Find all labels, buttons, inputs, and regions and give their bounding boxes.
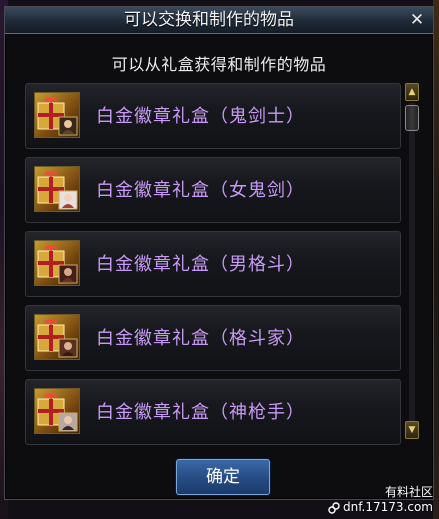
gift-box-icon (34, 92, 80, 138)
scroll-up-button[interactable]: ▲ (405, 83, 419, 101)
item-name: 白金徽章礼盒（男格斗） (96, 254, 305, 275)
item-name: 白金徽章礼盒（神枪手） (96, 402, 305, 423)
watermark-line-2: dnf.17173.com (342, 500, 433, 514)
gift-box-icon (34, 240, 80, 286)
item-name: 白金徽章礼盒（女鬼剑） (96, 180, 305, 201)
scroll-down-button[interactable]: ▼ (405, 421, 419, 439)
watermark: 有料社区 dnf.17173.com (328, 485, 433, 515)
confirm-button[interactable]: 确定 (176, 459, 270, 495)
item-name: 白金徽章礼盒（鬼剑士） (96, 106, 305, 127)
link-icon (328, 501, 340, 514)
gift-box-icon (34, 166, 80, 212)
dialog-titlebar: 可以交换和制作的物品 ✕ (5, 7, 433, 34)
close-icon: ✕ (409, 10, 425, 30)
dialog-subtitle: 可以从礼盒获得和制作的物品 (111, 55, 327, 74)
gift-box-icon (34, 314, 80, 360)
arrow-up-icon: ▲ (408, 87, 416, 97)
watermark-line-2-wrap: dnf.17173.com (328, 500, 433, 515)
list-item[interactable]: 白金徽章礼盒（神枪手） (25, 379, 401, 445)
item-name: 白金徽章礼盒（格斗家） (96, 328, 305, 349)
list-item[interactable]: 白金徽章礼盒（格斗家） (25, 305, 401, 371)
list-item[interactable]: 白金徽章礼盒（鬼剑士） (25, 83, 401, 149)
list-item[interactable]: 白金徽章礼盒（男格斗） (25, 231, 401, 297)
dialog-title: 可以交换和制作的物品 (124, 10, 294, 30)
gift-box-icon (34, 388, 80, 434)
close-button[interactable]: ✕ (407, 10, 427, 30)
scroll-thumb[interactable] (405, 105, 419, 131)
list-scrollbar[interactable]: ▲ ▼ (405, 83, 419, 445)
watermark-line-1: 有料社区 (384, 485, 433, 499)
scroll-track[interactable] (409, 103, 415, 425)
exchange-items-dialog: 可以交换和制作的物品 ✕ 可以从礼盒获得和制作的物品 白金徽章礼盒（鬼剑士） 白… (4, 6, 434, 500)
item-list: 白金徽章礼盒（鬼剑士） 白金徽章礼盒（女鬼剑） 白金徽章礼盒（男格斗） 白金徽章… (25, 83, 401, 447)
list-item[interactable]: 白金徽章礼盒（女鬼剑） (25, 157, 401, 223)
arrow-down-icon: ▼ (408, 425, 416, 435)
